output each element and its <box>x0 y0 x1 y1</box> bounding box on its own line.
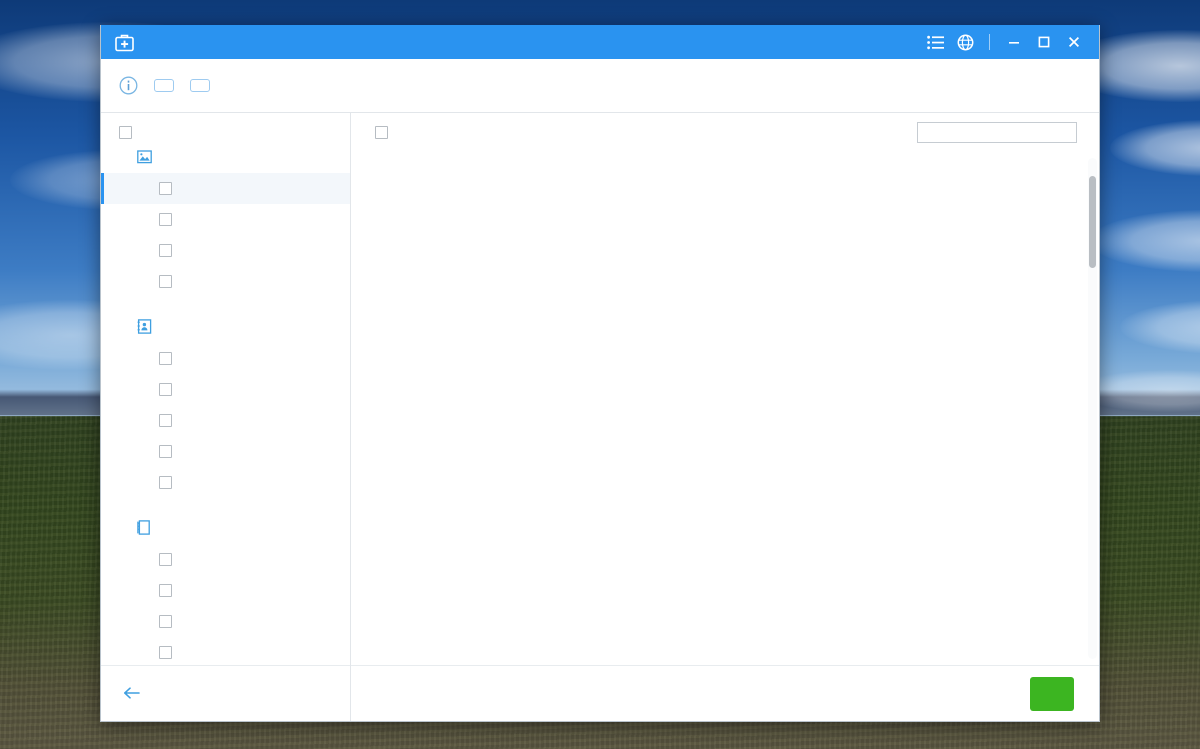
window-body <box>101 113 1099 721</box>
home-link[interactable] <box>123 686 148 702</box>
checkbox-only-display-deleted-items[interactable] <box>375 126 388 139</box>
sidebar <box>101 113 351 721</box>
checkbox-reminders[interactable] <box>159 553 172 566</box>
sidebar-tree <box>101 113 350 665</box>
sidebar-item-whatsapp[interactable] <box>101 405 350 436</box>
checkbox-calendar[interactable] <box>159 646 172 659</box>
photo-icon <box>137 149 152 169</box>
sidebar-item-bookmarks[interactable] <box>101 606 350 637</box>
checkbox-bookmarks[interactable] <box>159 615 172 628</box>
checkbox-videos[interactable] <box>159 244 172 257</box>
maximize-button[interactable] <box>1029 29 1059 55</box>
content-panel <box>351 113 1099 721</box>
sidebar-item-videos[interactable] <box>101 235 350 266</box>
thumbnail-grid-area <box>351 152 1099 665</box>
sidebar-item-notes[interactable] <box>101 575 350 606</box>
app-window <box>100 25 1100 722</box>
sidebar-item-app-photos[interactable] <box>101 204 350 235</box>
bottom-bar <box>351 665 1099 721</box>
thumbnail-grid <box>375 152 1085 665</box>
checkbox-whatsapp[interactable] <box>159 414 172 427</box>
grid-scrollbar[interactable] <box>1088 158 1097 659</box>
sidebar-item-photos[interactable] <box>101 173 350 204</box>
sidebar-item-call-history[interactable] <box>101 467 350 498</box>
sidebar-item-reminders[interactable] <box>101 544 350 575</box>
title-bar <box>101 25 1099 59</box>
contacts-icon <box>137 319 152 339</box>
checkbox-app-photos[interactable] <box>159 213 172 226</box>
notice-bar <box>101 59 1099 113</box>
sidebar-group-notes-others[interactable] <box>101 516 350 544</box>
checkbox-photos[interactable] <box>159 182 172 195</box>
desktop-background <box>0 0 1200 749</box>
checkbox-iphone[interactable] <box>119 125 132 139</box>
sidebar-item-messages[interactable] <box>101 374 350 405</box>
first-aid-kit-icon <box>115 33 134 52</box>
globe-icon[interactable] <box>950 29 980 55</box>
sidebar-item-app-videos[interactable] <box>101 266 350 297</box>
recover-button[interactable] <box>1030 676 1074 711</box>
checkbox-kik[interactable] <box>159 445 172 458</box>
sidebar-group-contacts-messages[interactable] <box>101 315 350 343</box>
list-view-icon[interactable] <box>920 29 950 55</box>
sidebar-footer <box>101 665 350 721</box>
cloud <box>1120 300 1200 354</box>
cloud <box>1110 120 1200 176</box>
recover-from-itunes-backup-button[interactable] <box>154 79 174 92</box>
sidebar-item-kik[interactable] <box>101 436 350 467</box>
grid-scrollbar-thumb[interactable] <box>1089 176 1096 268</box>
arrow-left-icon <box>123 686 140 702</box>
checkbox-notes[interactable] <box>159 584 172 597</box>
sidebar-item-iphone[interactable] <box>101 119 350 145</box>
sidebar-group-photos-videos[interactable] <box>101 145 350 173</box>
checkbox-messages[interactable] <box>159 383 172 396</box>
notes-icon <box>137 520 150 540</box>
sidebar-item-calendar[interactable] <box>101 637 350 665</box>
minimize-button[interactable] <box>999 29 1029 55</box>
info-icon <box>119 76 138 95</box>
close-button[interactable] <box>1059 29 1089 55</box>
titlebar-divider <box>989 34 990 50</box>
checkbox-app-videos[interactable] <box>159 275 172 288</box>
search-input[interactable] <box>917 122 1077 143</box>
recover-from-icloud-backup-button[interactable] <box>190 79 210 92</box>
sidebar-item-contacts[interactable] <box>101 343 350 374</box>
checkbox-contacts[interactable] <box>159 352 172 365</box>
checkbox-call-history[interactable] <box>159 476 172 489</box>
cloud <box>1090 210 1200 272</box>
content-toolbar <box>351 113 1099 152</box>
